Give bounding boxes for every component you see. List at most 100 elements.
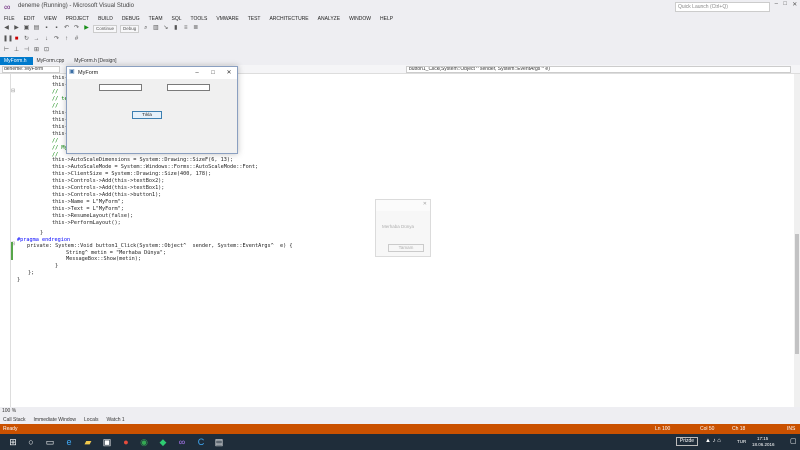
menu-project[interactable]: PROJECT xyxy=(62,16,94,22)
chrome-icon[interactable]: ◉ xyxy=(137,436,151,448)
back-icon[interactable]: ◀ xyxy=(3,25,10,32)
form-title-bar: ▣ MyForm – □ ✕ xyxy=(67,67,237,79)
form-window-controls: – □ ✕ xyxy=(189,67,237,79)
align-right-icon[interactable]: ⊣ xyxy=(23,47,30,54)
message-box-ok-button[interactable]: Tamam xyxy=(388,244,424,252)
clock-date[interactable]: 18.06.2016 xyxy=(752,442,775,447)
menu-tools[interactable]: TOOLS xyxy=(187,16,213,22)
menu-view[interactable]: VIEW xyxy=(40,16,62,22)
size-icon[interactable]: ⊞ xyxy=(33,47,40,54)
menu-window[interactable]: WINDOW xyxy=(345,16,376,22)
show-next-statement-icon[interactable]: → xyxy=(33,36,40,43)
open-icon[interactable]: ▤ xyxy=(33,25,40,32)
step-over-icon[interactable]: ↷ xyxy=(53,36,60,43)
minimize-icon[interactable]: – xyxy=(775,1,778,13)
align-left-icon[interactable]: ⊢ xyxy=(3,47,10,54)
step-out-icon[interactable]: ↑ xyxy=(63,36,70,43)
app-icon[interactable]: ▤ xyxy=(212,436,226,448)
app-icon[interactable]: ● xyxy=(119,436,133,448)
menu-sql[interactable]: SQL xyxy=(167,16,186,22)
undo-icon[interactable]: ↶ xyxy=(63,25,70,32)
form-close-icon[interactable]: ✕ xyxy=(221,67,237,79)
visual-studio-icon[interactable]: ∞ xyxy=(175,436,189,448)
status-bar: Ready Ln 100 Col 50 Ch 18 INS xyxy=(0,424,800,434)
app-icon[interactable]: C xyxy=(194,436,208,448)
find-icon[interactable]: ⌕ xyxy=(142,25,149,32)
tab-watch-1[interactable]: Watch 1 xyxy=(103,417,127,423)
form-title: MyForm xyxy=(78,70,99,76)
form-maximize-icon[interactable]: □ xyxy=(205,67,221,79)
menu-help[interactable]: HELP xyxy=(376,16,398,22)
step-into-icon[interactable]: ↓ xyxy=(43,36,50,43)
code-line: this->Controls->Add(this->textBox1); xyxy=(52,185,165,191)
member-dropdown[interactable]: button1_Click(System::Object ^ sender, S… xyxy=(406,66,791,73)
windows-taskbar: ⊞ ○ ▭ e ▰ ▣ ● ◉ ◆ ∞ C ▤ Prizde ▲ ♪ ⌂ 17:… xyxy=(0,434,800,450)
close-icon[interactable]: ✕ xyxy=(792,1,797,13)
textbox1-input[interactable] xyxy=(99,84,142,91)
continue-button[interactable]: Continue xyxy=(93,24,118,33)
file-explorer-icon[interactable]: ▰ xyxy=(81,436,95,448)
restart-icon[interactable]: ↻ xyxy=(23,36,30,43)
tab-immediate-window[interactable]: Immediate Window xyxy=(31,417,80,423)
menu-test[interactable]: TEST xyxy=(244,16,266,22)
comment-icon[interactable]: ≡ xyxy=(182,25,189,32)
message-box-close-icon[interactable]: ✕ xyxy=(423,201,427,207)
bookmark-icon[interactable]: ▮ xyxy=(172,25,179,32)
taskbar-active-app[interactable]: Prizde xyxy=(676,437,698,446)
code-line: MessageBox::Show(metin); xyxy=(66,256,141,262)
tab-myform-design[interactable]: MyForm.h [Design] xyxy=(70,57,122,65)
menu-architecture[interactable]: ARCHITECTURE xyxy=(265,16,313,22)
hex-icon[interactable]: # xyxy=(73,36,80,43)
save-all-icon[interactable]: ▪ xyxy=(53,25,60,32)
clock-time[interactable]: 17:15 xyxy=(757,436,768,441)
windows-start-icon[interactable]: ⊞ xyxy=(6,436,20,448)
menu-build[interactable]: BUILD xyxy=(94,16,118,22)
search-icon[interactable]: ○ xyxy=(24,436,38,448)
menu-bar: FILE EDIT VIEW PROJECT BUILD DEBUG TEAM … xyxy=(0,14,800,23)
status-column: Col 50 xyxy=(700,426,715,432)
message-box[interactable]: ✕ Merhaba Dünya Tamam xyxy=(375,199,431,257)
maximize-icon[interactable]: □ xyxy=(783,1,787,13)
notifications-icon[interactable]: ▢ xyxy=(790,437,797,445)
menu-team[interactable]: TEAM xyxy=(145,16,168,22)
stop-icon[interactable]: ■ xyxy=(13,36,20,43)
form-minimize-icon[interactable]: – xyxy=(189,67,205,79)
uncomment-icon[interactable]: ≣ xyxy=(192,25,199,32)
menu-vmware[interactable]: VMWARE xyxy=(212,16,243,22)
save-icon[interactable]: ▪ xyxy=(43,25,50,32)
new-project-icon[interactable]: ▣ xyxy=(23,25,30,32)
menu-edit[interactable]: EDIT xyxy=(20,16,40,22)
zoom-level[interactable]: 100 % xyxy=(0,407,800,415)
redo-icon[interactable]: ↷ xyxy=(73,25,80,32)
task-view-icon[interactable]: ▭ xyxy=(43,436,57,448)
tab-myform-h[interactable]: MyForm.h xyxy=(0,57,33,65)
step-icon[interactable]: ↘ xyxy=(162,25,169,32)
code-line: private: System::Void button1_Click(Syst… xyxy=(27,243,293,249)
language-indicator[interactable]: TUR xyxy=(737,439,746,444)
textbox2-input[interactable] xyxy=(167,84,210,91)
tab-myform-cpp[interactable]: MyForm.cpp xyxy=(33,57,71,65)
start-icon[interactable]: ▶ xyxy=(83,25,90,32)
menu-file[interactable]: FILE xyxy=(0,16,20,22)
tray-icons[interactable]: ▲ ♪ ⌂ xyxy=(705,438,721,444)
configuration-dropdown[interactable]: Debug xyxy=(120,24,140,33)
toolbox-icon[interactable]: ▥ xyxy=(152,25,159,32)
align-center-icon[interactable]: ⊥ xyxy=(13,47,20,54)
tab-call-stack[interactable]: Call Stack xyxy=(0,417,29,423)
grid-icon[interactable]: ⊡ xyxy=(43,47,50,54)
vertical-scrollbar[interactable] xyxy=(794,74,800,407)
app-icon[interactable]: ◆ xyxy=(156,436,170,448)
menu-debug[interactable]: DEBUG xyxy=(118,16,145,22)
menu-analyze[interactable]: ANALYZE xyxy=(314,16,345,22)
tab-locals[interactable]: Locals xyxy=(81,417,101,423)
quick-launch-input[interactable]: Quick Launch (Ctrl+Q) xyxy=(675,2,770,12)
store-icon[interactable]: ▣ xyxy=(100,436,114,448)
edge-icon[interactable]: e xyxy=(62,436,76,448)
pause-icon[interactable]: ❚❚ xyxy=(3,36,13,43)
collapse-icon[interactable]: ⊟ xyxy=(11,88,15,94)
click-button[interactable]: Tıkla xyxy=(132,111,162,119)
myform-window[interactable]: ▣ MyForm – □ ✕ Tıkla xyxy=(66,66,238,154)
scope-dropdown[interactable]: deneme::MyForm xyxy=(2,66,60,73)
forward-icon[interactable]: ▶ xyxy=(13,25,20,32)
scrollbar-thumb[interactable] xyxy=(795,234,799,354)
